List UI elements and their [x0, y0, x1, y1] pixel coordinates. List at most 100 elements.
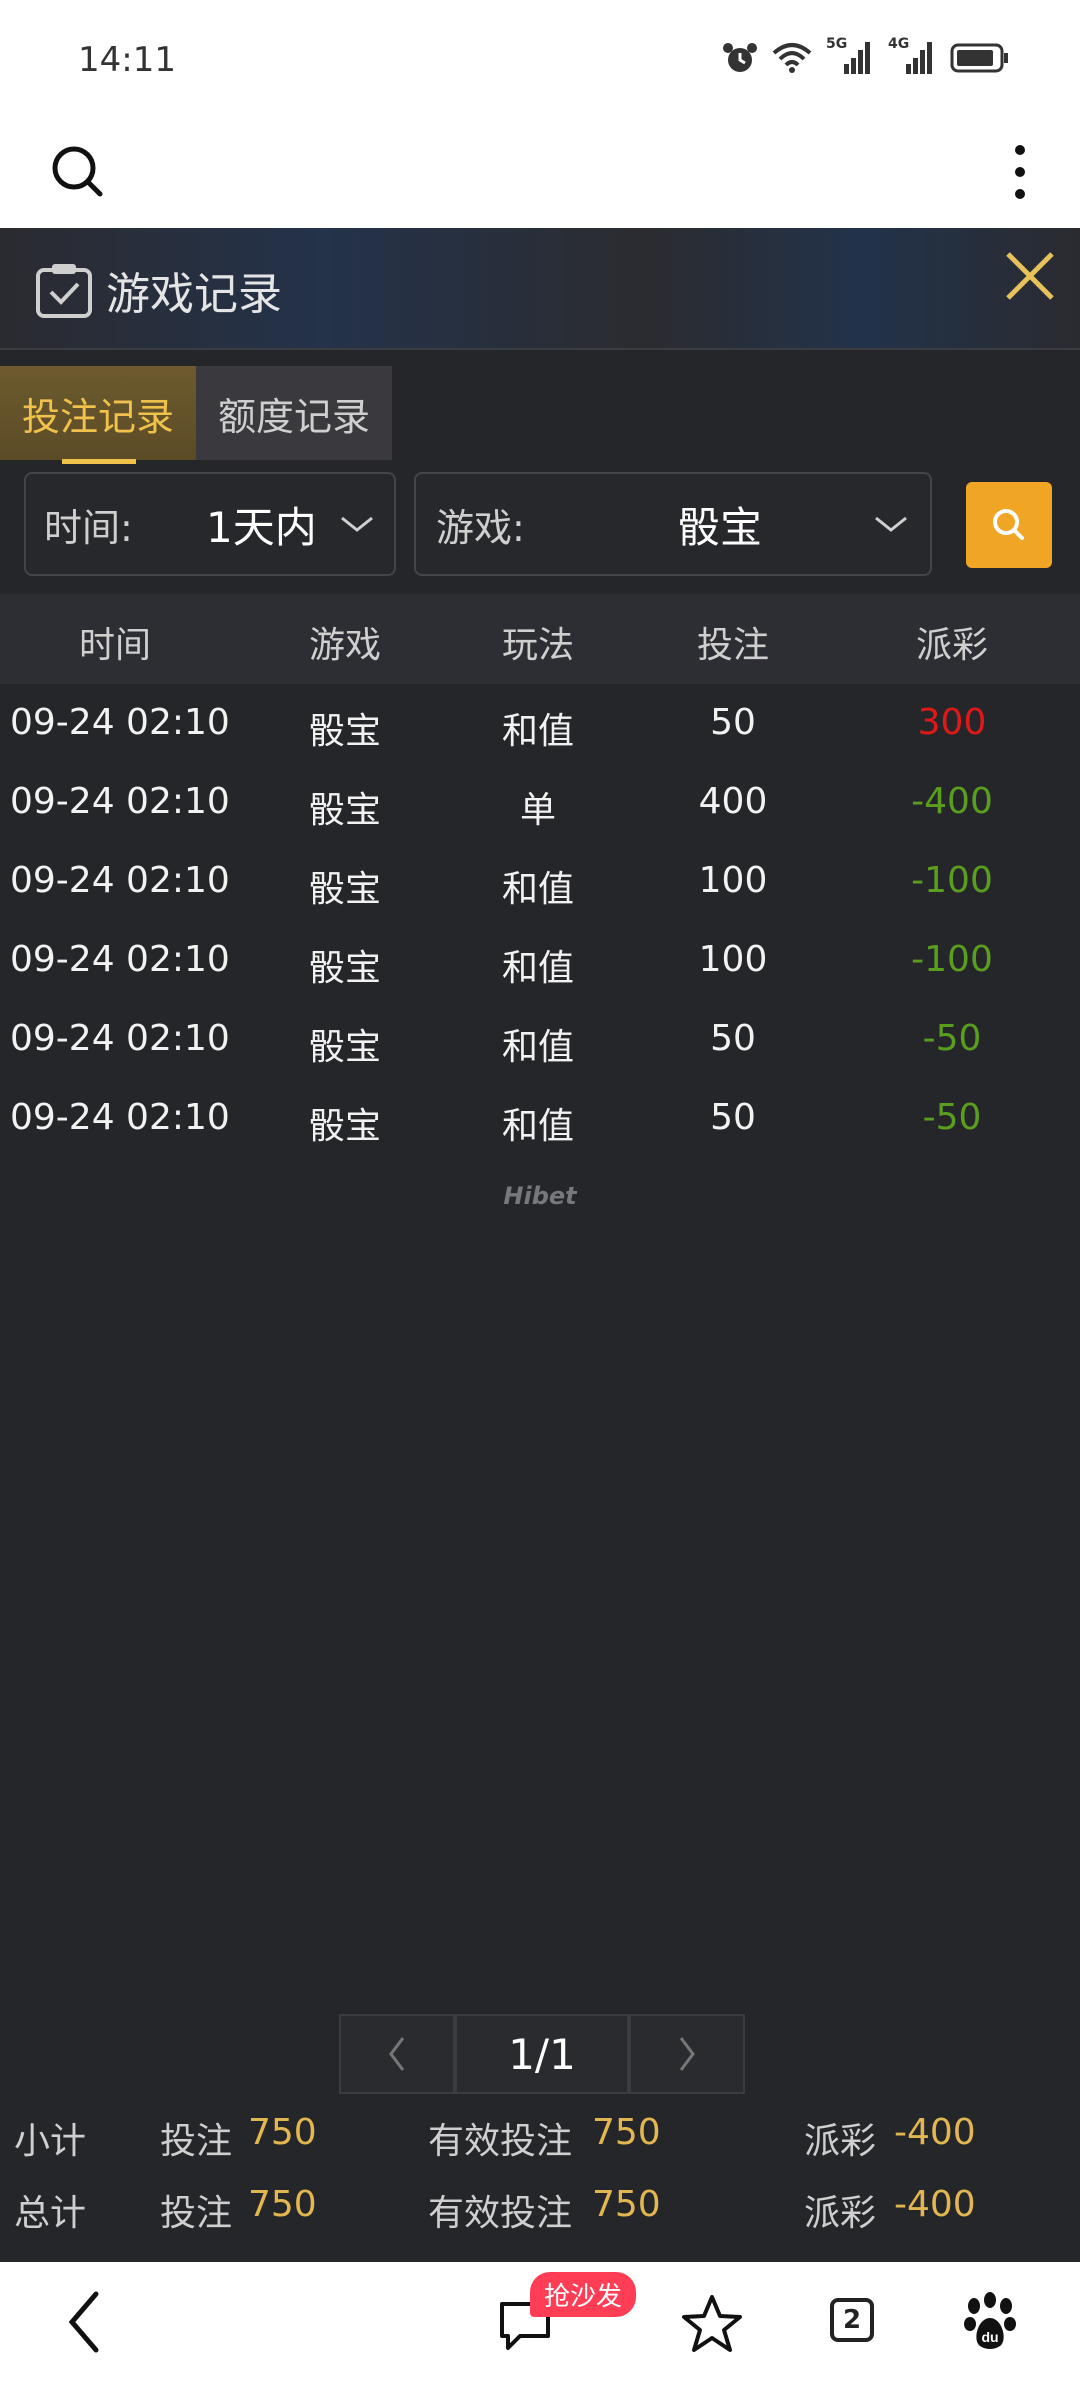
pagination: 1/1 — [339, 2014, 745, 2094]
cell-play: 和值 — [501, 948, 574, 989]
svg-text:du: du — [981, 2329, 998, 2345]
cell-play: 和值 — [501, 711, 574, 752]
cell-payout: -50 — [922, 1018, 982, 1059]
back-icon[interactable] — [64, 2290, 104, 2354]
total-valid-label: 有效投注 — [428, 2193, 573, 2234]
status-icons: 5G 4G — [722, 36, 1010, 76]
subtotal-payout-label: 派彩 — [804, 2121, 877, 2162]
cell-game: 骰宝 — [308, 1106, 381, 1147]
table-row: 09-24 02:10 骰宝 和值 100 -100 — [0, 923, 1080, 1001]
signal-4g-icon: 4G — [888, 36, 936, 76]
chevron-right-icon — [679, 2037, 695, 2071]
star-icon[interactable] — [680, 2292, 744, 2356]
chevron-down-icon — [341, 516, 373, 532]
status-bar: 14:11 5G 4G — [0, 0, 1080, 120]
header-payout: 派彩 — [915, 625, 988, 666]
panel-header: 游戏记录 — [0, 228, 1080, 350]
table-row: 09-24 02:10 骰宝 和值 50 -50 — [0, 1002, 1080, 1080]
chevron-down-icon — [875, 516, 907, 532]
subtotal-payout-value: -400 — [894, 2112, 976, 2153]
browser-toolbar — [0, 120, 1080, 228]
table-row: 09-24 02:10 骰宝 和值 50 300 — [0, 686, 1080, 764]
cell-payout: -100 — [911, 860, 993, 901]
cell-payout: -50 — [922, 1097, 982, 1138]
alarm-icon — [723, 43, 757, 72]
total-bet-label: 投注 — [160, 2193, 233, 2234]
header-play: 玩法 — [501, 625, 574, 666]
total-label: 总计 — [14, 2193, 87, 2234]
clipboard-check-icon — [36, 264, 92, 318]
search-icon — [993, 509, 1024, 540]
cell-play: 和值 — [501, 869, 574, 910]
cell-play: 和值 — [501, 1106, 574, 1147]
cell-time: 09-24 02:10 — [10, 1018, 230, 1059]
baidu-paw-icon[interactable]: du — [962, 2292, 1018, 2352]
browser-search-icon[interactable] — [48, 142, 108, 202]
cell-payout: 300 — [917, 702, 987, 743]
total-bet-value: 750 — [248, 2184, 317, 2225]
header-game: 游戏 — [308, 625, 381, 666]
next-page-button[interactable] — [629, 2014, 745, 2094]
table-row: 09-24 02:10 骰宝 和值 100 -100 — [0, 844, 1080, 922]
search-button[interactable] — [966, 482, 1052, 568]
time-filter-select[interactable]: 时间: 1天内 — [24, 472, 396, 576]
cell-time: 09-24 02:10 — [10, 702, 230, 743]
cell-time: 09-24 02:10 — [10, 1097, 230, 1138]
subtotal-valid-label: 有效投注 — [428, 2121, 573, 2162]
subtotal-bet-value: 750 — [248, 2112, 317, 2153]
close-icon[interactable] — [1000, 246, 1060, 306]
total-valid-value: 750 — [592, 2184, 661, 2225]
cell-game: 骰宝 — [308, 711, 381, 752]
subtotal-valid-value: 750 — [592, 2112, 661, 2153]
total-payout-label: 派彩 — [804, 2193, 877, 2234]
panel-title: 游戏记录 — [106, 269, 282, 320]
table-header: 时间 游戏 玩法 投注 派彩 — [0, 594, 1080, 684]
battery-icon — [950, 43, 1008, 73]
game-filter-select[interactable]: 游戏: 骰宝 — [414, 472, 932, 576]
header-time: 时间 — [78, 625, 151, 666]
chevron-left-icon — [389, 2037, 405, 2071]
cell-bet: 50 — [710, 702, 756, 743]
header-bet: 投注 — [696, 625, 769, 666]
cell-bet: 50 — [710, 1018, 756, 1059]
cell-game: 骰宝 — [308, 948, 381, 989]
tab-count-button[interactable]: 2 — [830, 2298, 874, 2342]
cell-time: 09-24 02:10 — [10, 860, 230, 901]
cell-play: 单 — [519, 790, 556, 831]
game-filter-value: 骰宝 — [678, 502, 763, 552]
watermark-logo: Hibet — [503, 1182, 577, 1210]
cell-game: 骰宝 — [308, 1027, 381, 1068]
game-record-panel: 游戏记录 投注记录 额度记录 时间: 1天内 游戏: 骰宝 时间 游戏 玩法 投… — [0, 228, 1080, 2262]
signal-5g-icon: 5G — [826, 36, 874, 76]
cell-time: 09-24 02:10 — [10, 939, 230, 980]
cell-play: 和值 — [501, 1027, 574, 1068]
status-time: 14:11 — [78, 40, 176, 80]
cell-payout: -400 — [911, 781, 993, 822]
subtotal-bet-label: 投注 — [160, 2121, 233, 2162]
record-tabs: 投注记录 额度记录 — [0, 366, 392, 464]
cell-bet: 100 — [698, 860, 768, 901]
cell-bet: 400 — [698, 781, 768, 822]
total-row: 总计 投注 750 有效投注 750 派彩 -400 — [0, 2178, 1080, 2238]
time-filter-label: 时间: — [44, 505, 133, 550]
subtotal-label: 小计 — [14, 2121, 87, 2162]
time-filter-value: 1天内 — [206, 502, 317, 552]
prev-page-button[interactable] — [339, 2014, 455, 2094]
browser-bottom-nav: 抢沙发 2 du — [0, 2262, 1080, 2388]
page-indicator: 1/1 — [455, 2014, 629, 2094]
more-options-icon[interactable] — [1000, 142, 1040, 202]
cell-payout: -100 — [911, 939, 993, 980]
cell-game: 骰宝 — [308, 869, 381, 910]
table-row: 09-24 02:10 骰宝 和值 50 -50 — [0, 1081, 1080, 1159]
tab-credit-records[interactable]: 额度记录 — [196, 366, 392, 460]
table-row: 09-24 02:10 骰宝 单 400 -400 — [0, 765, 1080, 843]
cell-game: 骰宝 — [308, 790, 381, 831]
cell-bet: 100 — [698, 939, 768, 980]
game-filter-label: 游戏: — [436, 505, 525, 550]
comment-badge: 抢沙发 — [530, 2272, 637, 2317]
wifi-icon — [772, 43, 812, 73]
subtotal-row: 小计 投注 750 有效投注 750 派彩 -400 — [0, 2106, 1080, 2166]
cell-time: 09-24 02:10 — [10, 781, 230, 822]
total-payout-value: -400 — [894, 2184, 976, 2225]
tab-bet-records[interactable]: 投注记录 — [0, 366, 196, 464]
